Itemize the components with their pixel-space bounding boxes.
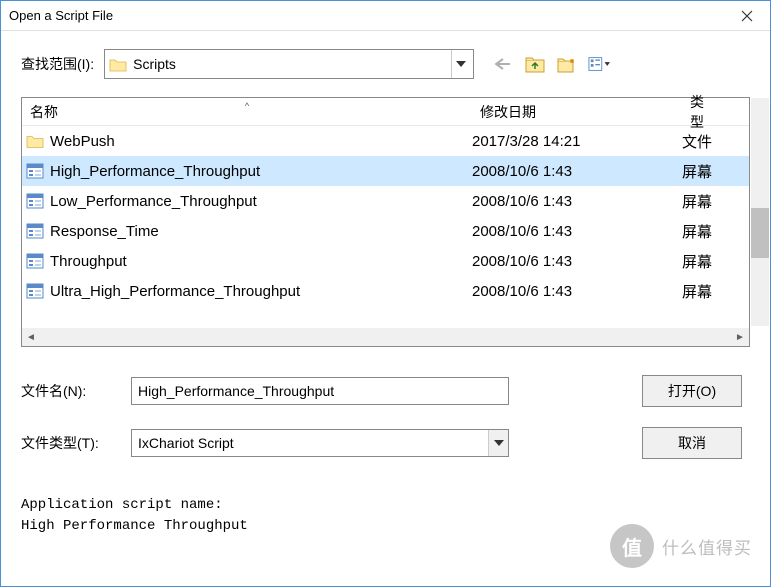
file-date: 2008/10/6 1:43	[472, 283, 682, 300]
open-file-dialog: Open a Script File 查找范围(I): Scripts	[0, 0, 771, 587]
file-row[interactable]: Response_Time 2008/10/6 1:43屏幕	[22, 216, 749, 246]
filename-input[interactable]	[131, 377, 509, 405]
script-info-label: Application script name:	[21, 495, 750, 516]
up-folder-button[interactable]	[524, 53, 546, 75]
view-menu-button[interactable]	[588, 53, 610, 75]
file-row[interactable]: High_Performance_Throughput 2008/10/6 1:4…	[22, 156, 749, 186]
column-header-name[interactable]: ^ 名称	[22, 102, 472, 122]
bottom-section: 文件名(N): 打开(O) 文件类型(T): IxChariot Script …	[1, 355, 770, 485]
look-in-value: Scripts	[133, 56, 451, 72]
titlebar: Open a Script File	[1, 1, 770, 31]
dropdown-arrow-icon[interactable]	[451, 50, 469, 78]
arrow-left-icon	[495, 58, 511, 70]
dropdown-arrow-icon[interactable]	[488, 430, 508, 456]
file-list-header: ^ 名称 修改日期 类型	[22, 98, 749, 126]
close-icon	[741, 10, 753, 22]
column-header-type[interactable]: 类型	[682, 92, 722, 132]
file-type: 屏幕	[682, 191, 722, 212]
look-in-label: 查找范围(I):	[21, 54, 94, 74]
filetype-value: IxChariot Script	[132, 435, 488, 451]
scroll-right-button[interactable]: ►	[731, 328, 749, 346]
file-name: High_Performance_Throughput	[50, 163, 260, 180]
watermark-badge: 值	[610, 524, 654, 568]
script-file-icon	[26, 283, 44, 299]
file-type: 屏幕	[682, 161, 722, 182]
open-button[interactable]: 打开(O)	[642, 375, 742, 407]
filetype-label: 文件类型(T):	[21, 433, 111, 453]
filetype-combo[interactable]: IxChariot Script	[131, 429, 509, 457]
file-name: Ultra_High_Performance_Throughput	[50, 283, 300, 300]
file-name: Response_Time	[50, 223, 159, 240]
filetype-row: 文件类型(T): IxChariot Script 取消	[21, 427, 750, 459]
filename-label: 文件名(N):	[21, 381, 111, 401]
folder-icon	[109, 57, 127, 72]
script-file-icon	[26, 223, 44, 239]
scroll-left-button[interactable]: ◄	[22, 328, 40, 346]
file-date: 2008/10/6 1:43	[472, 193, 682, 210]
script-file-icon	[26, 253, 44, 269]
file-list-area: ^ 名称 修改日期 类型 ^ WebPush 2017/3/28 14:21文件 H…	[21, 97, 750, 347]
script-file-icon	[26, 163, 44, 179]
watermark: 值 什么值得买	[610, 524, 752, 568]
file-type: 文件	[682, 131, 722, 152]
scrollbar-thumb[interactable]	[751, 208, 769, 258]
file-row[interactable]: Low_Performance_Throughput 2008/10/6 1:43…	[22, 186, 749, 216]
file-name: Low_Performance_Throughput	[50, 193, 257, 210]
view-menu-icon	[588, 56, 610, 72]
file-type: 屏幕	[682, 281, 722, 302]
file-name: Throughput	[50, 253, 127, 270]
folder-icon	[26, 133, 44, 149]
file-date: 2017/3/28 14:21	[472, 133, 682, 150]
file-row[interactable]: Throughput 2008/10/6 1:43屏幕	[22, 246, 749, 276]
file-row[interactable]: WebPush 2017/3/28 14:21文件	[22, 126, 749, 156]
new-folder-button[interactable]	[556, 53, 578, 75]
file-list[interactable]: WebPush 2017/3/28 14:21文件 High_Performance…	[22, 126, 749, 306]
vertical-scrollbar[interactable]	[751, 98, 769, 326]
file-date: 2008/10/6 1:43	[472, 223, 682, 240]
file-date: 2008/10/6 1:43	[472, 253, 682, 270]
folder-up-icon	[525, 56, 545, 73]
cancel-button[interactable]: 取消	[642, 427, 742, 459]
back-button[interactable]	[492, 53, 514, 75]
toolbar-icons	[492, 53, 610, 75]
horizontal-scrollbar[interactable]: ◄ ►	[22, 328, 749, 346]
watermark-text: 什么值得买	[662, 534, 752, 559]
sort-indicator-icon: ^	[245, 101, 249, 111]
look-in-row: 查找范围(I): Scripts	[1, 31, 770, 89]
column-header-date[interactable]: 修改日期	[472, 102, 682, 122]
file-row[interactable]: Ultra_High_Performance_Throughput 2008/10…	[22, 276, 749, 306]
file-date: 2008/10/6 1:43	[472, 163, 682, 180]
file-type: 屏幕	[682, 221, 722, 242]
script-file-icon	[26, 193, 44, 209]
folder-new-icon	[557, 56, 577, 73]
close-button[interactable]	[732, 1, 762, 31]
look-in-combo[interactable]: Scripts	[104, 49, 474, 79]
filename-row: 文件名(N): 打开(O)	[21, 375, 750, 407]
file-name: WebPush	[50, 133, 115, 150]
window-title: Open a Script File	[9, 8, 732, 23]
file-type: 屏幕	[682, 251, 722, 272]
